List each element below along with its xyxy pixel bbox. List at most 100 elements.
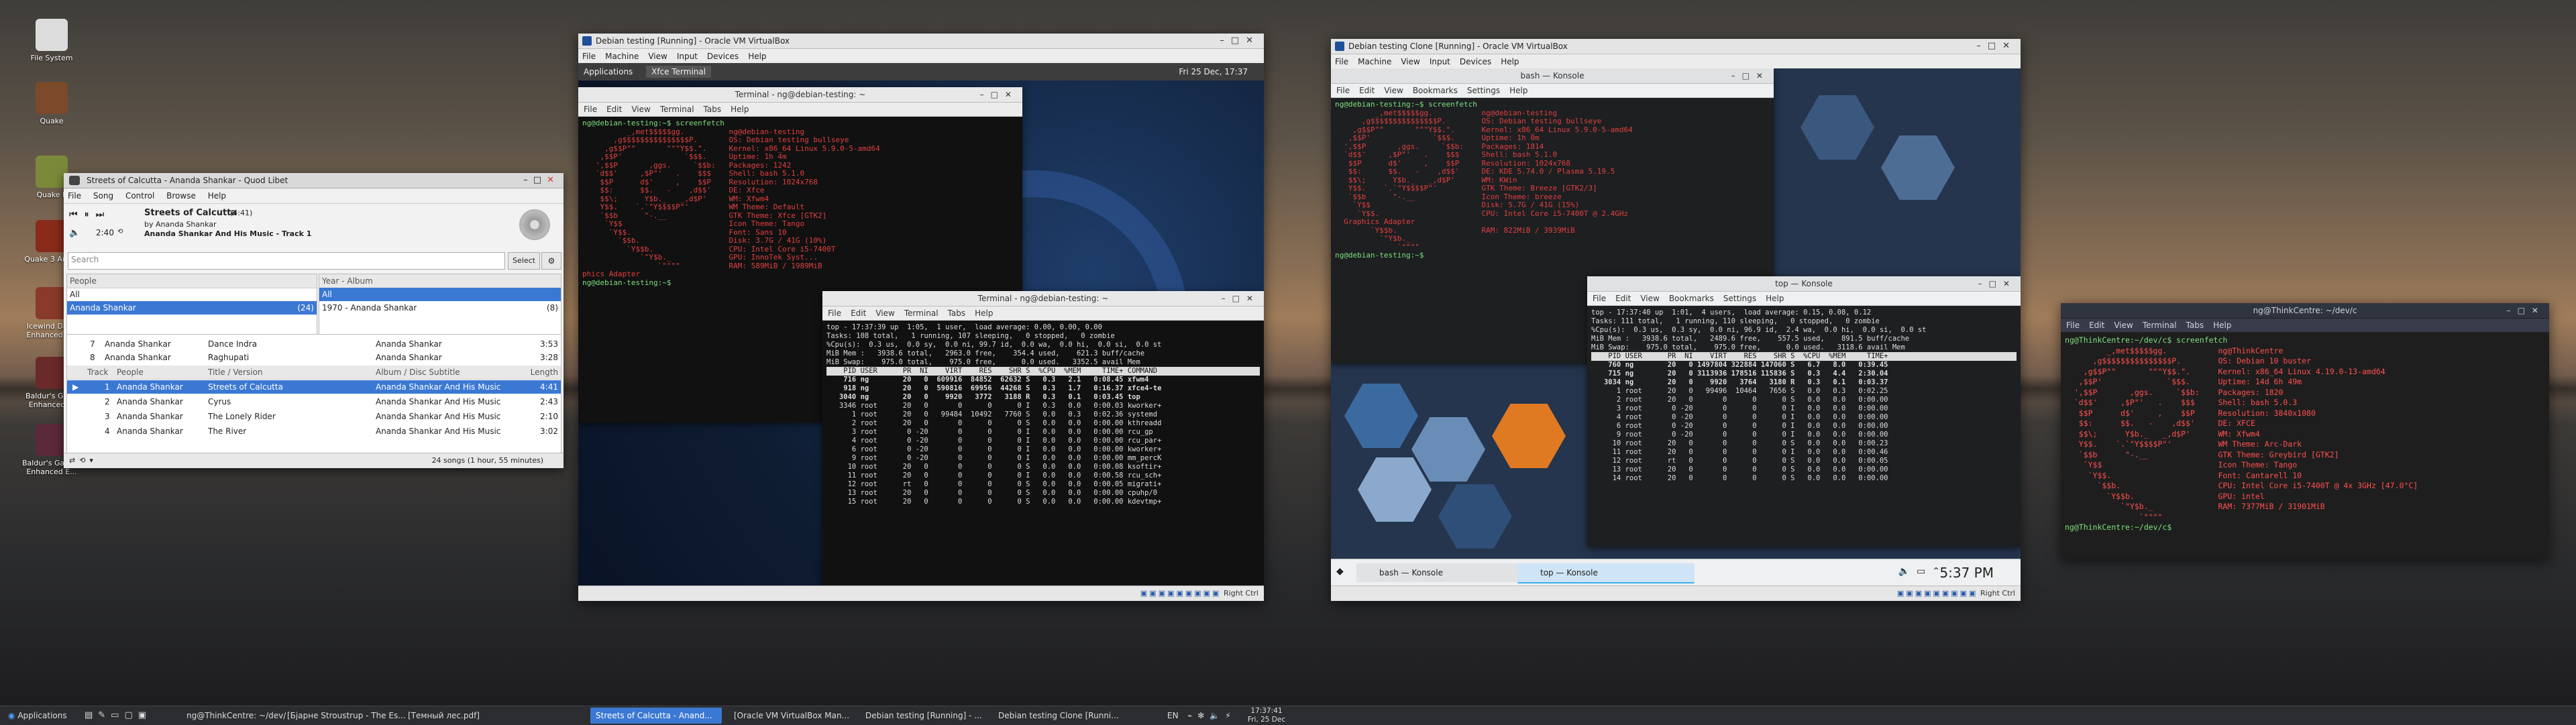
select-all-button[interactable]: Select All: [508, 252, 540, 281]
konsole1-titlebar[interactable]: bash — Konsole –□✕: [1331, 68, 1774, 84]
table-row-playing[interactable]: ▶ 1 Ananda Shankar Streets of Calcutta Anand…: [67, 380, 561, 394]
panel-task-terminal[interactable]: Xfce Terminal: [646, 66, 712, 78]
col-track[interactable]: Track: [87, 366, 108, 379]
taskbar-clock[interactable]: 17:37:41 Fri, 25 Dec: [1240, 706, 1293, 724]
taskbar-task[interactable]: [Oracle VM VirtualBox Man...: [729, 708, 860, 724]
menu-tabs[interactable]: Tabs: [704, 105, 722, 114]
col-people[interactable]: People: [117, 366, 144, 379]
album-all-row[interactable]: All: [319, 288, 561, 301]
menu-bookmarks[interactable]: Bookmarks: [1413, 86, 1458, 95]
quodlibet-window[interactable]: Streets of Calcutta - Ananda Shankar - Q…: [64, 173, 564, 468]
close-icon[interactable]: ✕: [547, 175, 559, 185]
volume-icon[interactable]: 🔈: [69, 228, 80, 238]
host-terminal-titlebar[interactable]: ng@ThinkCentre: ~/dev/c –□✕: [2061, 303, 2549, 319]
menu-file[interactable]: File: [68, 191, 81, 201]
people-all-row[interactable]: All: [67, 288, 317, 301]
virtualbox-window-1[interactable]: Debian testing [Running] - Oracle VM Vir…: [578, 34, 1264, 601]
top-output[interactable]: top - 17:37:40 up 1:01, 4 users, load av…: [1587, 306, 2021, 486]
menu-machine[interactable]: Machine: [605, 52, 639, 61]
menu-file[interactable]: File: [582, 52, 596, 61]
col-title[interactable]: Title / Version: [208, 366, 263, 379]
device-status-icons[interactable]: ▣▣▣▣▣▣▣▣▣: [1897, 589, 1978, 598]
gear-icon[interactable]: ⚙: [541, 252, 561, 270]
terminal1-output[interactable]: ng@debian-testing:~$ screenfetch _,met$$…: [578, 117, 1022, 290]
window-controls[interactable]: –□✕: [1220, 34, 1260, 48]
menu-view[interactable]: View: [2114, 321, 2133, 330]
song-table-header[interactable]: Track People Title / Version Album / Dis…: [67, 366, 561, 380]
menu-edit[interactable]: Edit: [851, 309, 866, 318]
menu-help[interactable]: Help: [1766, 294, 1784, 303]
menu-help[interactable]: Help: [975, 309, 993, 318]
menu-help[interactable]: Help: [731, 105, 749, 114]
vbox2-titlebar[interactable]: Debian testing Clone [Running] - Oracle …: [1331, 39, 2021, 54]
menu-help[interactable]: Help: [2213, 321, 2231, 330]
menu-machine[interactable]: Machine: [1358, 57, 1391, 66]
menu-browse[interactable]: Browse: [166, 191, 196, 201]
menu-file[interactable]: File: [1593, 294, 1606, 303]
launcher-icons[interactable]: ▤✎▭▢▣: [79, 708, 184, 724]
host-terminal-window[interactable]: ng@ThinkCentre: ~/dev/c –□✕ File Edit View T…: [2061, 303, 2549, 559]
menu-file[interactable]: File: [1335, 57, 1348, 66]
terminal2-titlebar[interactable]: Terminal - ng@debian-testing: ~ –□✕: [822, 291, 1264, 306]
quodlibet-titlebar[interactable]: Streets of Calcutta - Ananda Shankar - Q…: [64, 173, 564, 188]
taskbar-task[interactable]: Debian testing Clone [Runni...: [993, 708, 1124, 724]
menu-view[interactable]: View: [1401, 57, 1419, 66]
menu-view[interactable]: View: [1640, 294, 1659, 303]
people-row[interactable]: Ananda Shankar (24): [67, 301, 317, 315]
menu-edit[interactable]: Edit: [606, 105, 622, 114]
shuffle-icon[interactable]: ⇄⟲▾: [69, 453, 97, 468]
taskbar-task[interactable]: [Темный лес.pdf]: [402, 708, 534, 724]
menu-devices[interactable]: Devices: [1460, 57, 1491, 66]
menu-help[interactable]: Help: [1509, 86, 1527, 95]
konsole1-output[interactable]: ng@debian-testing:~$ screenfetch _,met$$…: [1331, 98, 1774, 263]
menu-tabs[interactable]: Tabs: [2186, 321, 2204, 330]
menu-view[interactable]: View: [1384, 86, 1403, 95]
playback-controls[interactable]: ⏮⏸⏭: [69, 209, 111, 220]
keyboard-layout[interactable]: EN: [1167, 706, 1179, 725]
menu-song[interactable]: Song: [93, 191, 113, 201]
menu-settings[interactable]: Settings: [1723, 294, 1756, 303]
table-row[interactable]: 3 Ananda Shankar The Lonely Rider Ananda Sh…: [67, 410, 561, 423]
menu-edit[interactable]: Edit: [1615, 294, 1631, 303]
song-table[interactable]: 7 Ananda Shankar Dance Indra Ananda Shankar…: [66, 334, 561, 453]
application-launcher-icon[interactable]: ◆: [1336, 566, 1344, 577]
col-length[interactable]: Length: [531, 366, 558, 379]
task-bash-konsole[interactable]: bash — Konsole: [1356, 563, 1534, 582]
taskbar-task[interactable]: ng@ThinkCentre: ~/dev/c: [181, 708, 286, 724]
table-row[interactable]: 2 Ananda Shankar Cyrus Ananda Shankar And H…: [67, 395, 561, 408]
task-top-konsole[interactable]: top — Konsole: [1517, 563, 1695, 583]
menu-devices[interactable]: Devices: [707, 52, 739, 61]
desktop-icon[interactable]: File System: [15, 19, 89, 62]
menu-file[interactable]: File: [828, 309, 841, 318]
tray-icons[interactable]: ⌁✻🔈⚡: [1187, 706, 1236, 725]
menu-terminal[interactable]: Terminal: [2143, 321, 2177, 330]
top-output[interactable]: top - 17:37:39 up 1:05, 1 user, load ave…: [822, 321, 1264, 509]
menu-help[interactable]: Help: [208, 191, 226, 201]
device-status-icons[interactable]: ▣▣▣▣▣▣▣▣▣: [1140, 589, 1222, 598]
col-album[interactable]: Album / Disc Subtitle: [376, 366, 460, 379]
repeat-icon[interactable]: ⟲: [117, 228, 123, 235]
menu-terminal[interactable]: Terminal: [660, 105, 694, 114]
album-header[interactable]: Year - Album: [319, 274, 561, 288]
album-row[interactable]: 1970 - Ananda Shankar (8): [319, 301, 561, 315]
window-controls[interactable]: –□✕: [523, 173, 559, 188]
vbox1-titlebar[interactable]: Debian testing [Running] - Oracle VM Vir…: [578, 34, 1264, 49]
menu-file[interactable]: File: [584, 105, 597, 114]
table-row[interactable]: 8 Ananda Shankar Raghupati Ananda Shankar 3:…: [67, 351, 561, 364]
menu-control[interactable]: Control: [125, 191, 154, 201]
applications-menu[interactable]: Applications: [584, 67, 633, 76]
konsole-window-2[interactable]: top — Konsole –□✕ File Edit View Bookmarks Se…: [1587, 276, 2021, 547]
taskbar-task[interactable]: [Бјарне Stroustrup - The Es...: [282, 708, 413, 724]
table-row[interactable]: 4 Ananda Shankar The River Ananda Shankar A…: [67, 425, 561, 438]
menu-view[interactable]: View: [631, 105, 650, 114]
menu-input[interactable]: Input: [1430, 57, 1450, 66]
menu-terminal[interactable]: Terminal: [904, 309, 938, 318]
menu-view[interactable]: View: [648, 52, 667, 61]
window-controls[interactable]: –□✕: [1976, 39, 2017, 54]
virtualbox-window-2[interactable]: Debian testing Clone [Running] - Oracle …: [1331, 39, 2021, 601]
menu-edit[interactable]: Edit: [1359, 86, 1375, 95]
menu-help[interactable]: Help: [1501, 57, 1519, 66]
menu-tabs[interactable]: Tabs: [948, 309, 966, 318]
desktop-icon[interactable]: Quake: [15, 82, 89, 125]
menu-file[interactable]: File: [1336, 86, 1350, 95]
